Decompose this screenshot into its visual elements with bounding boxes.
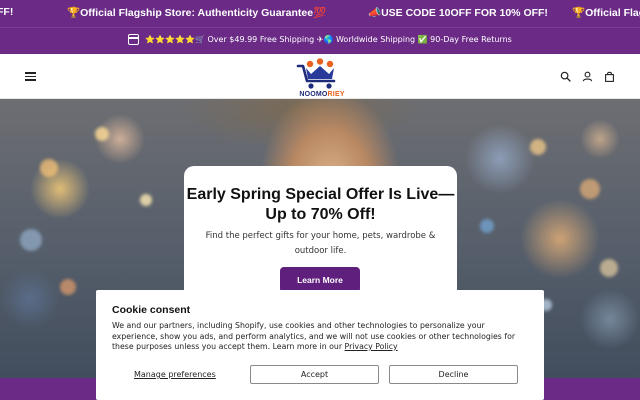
search-icon[interactable] bbox=[560, 71, 571, 82]
account-icon[interactable] bbox=[582, 71, 593, 82]
promo-card: Early Spring Special Offer Is Live— Up t… bbox=[184, 166, 457, 306]
promo-subtitle: Find the perfect gifts for your home, pe… bbox=[205, 231, 436, 256]
cart-crown-logo-icon bbox=[296, 58, 336, 89]
decline-button[interactable]: Decline bbox=[389, 365, 518, 384]
shipping-info-text: ⭐⭐⭐⭐⭐🛒 Over $49.99 Free Shipping ✈🌎 Worl… bbox=[145, 35, 512, 44]
announcement-item: 📣USE CODE 10OFF FOR 10% OFF! bbox=[368, 7, 548, 19]
cookie-description: We and our partners, including Shopify, … bbox=[112, 321, 516, 351]
menu-icon[interactable] bbox=[25, 72, 36, 81]
announcement-item: 🏆Official Flagsh bbox=[572, 7, 640, 19]
accept-button[interactable]: Accept bbox=[250, 365, 379, 384]
cart-icon[interactable] bbox=[604, 71, 615, 82]
cookie-title: Cookie consent bbox=[112, 304, 191, 316]
promo-title: Early Spring Special Offer Is Live— Up t… bbox=[186, 186, 455, 223]
announcement-item: FF! bbox=[0, 6, 14, 18]
manage-preferences-link[interactable]: Manage preferences bbox=[134, 370, 216, 379]
store-logo[interactable]: NOOMORIEY bbox=[294, 57, 350, 98]
privacy-policy-link[interactable]: Privacy Policy bbox=[345, 342, 398, 351]
calendar-icon bbox=[128, 34, 140, 45]
shipping-info-bar: ⭐⭐⭐⭐⭐🛒 Over $49.99 Free Shipping ✈🌎 Worl… bbox=[0, 27, 640, 54]
logo-wordmark: NOOMORIEY bbox=[299, 91, 345, 98]
announcement-item: 🏆Official Flagship Store: Authenticity G… bbox=[67, 7, 327, 19]
cookie-consent-banner: Cookie consent We and our partners, incl… bbox=[96, 290, 544, 400]
announcement-bar: FF! 🏆Official Flagship Store: Authentici… bbox=[0, 0, 640, 27]
site-header: NOOMORIEY bbox=[0, 54, 640, 99]
